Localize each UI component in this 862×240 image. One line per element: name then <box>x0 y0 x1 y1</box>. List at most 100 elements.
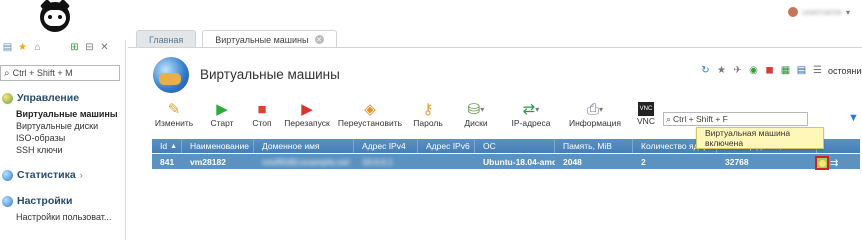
top-bar: username ▾ <box>0 0 862 32</box>
expand-all-icon[interactable]: ⊞ <box>69 43 80 54</box>
reinstall-icon: ◈ <box>364 101 376 118</box>
vnc-button[interactable]: VNC VNC <box>630 100 662 132</box>
globe-icon[interactable]: ◉ <box>748 65 759 76</box>
status-tooltip: Виртуальная машина включена <box>696 127 824 149</box>
logo <box>39 0 71 32</box>
search-icon: ⌕ <box>666 113 672 124</box>
nav-item-iso-images[interactable]: ISO-образы <box>0 132 125 144</box>
start-button-label: Старт <box>210 118 234 128</box>
restart-button[interactable]: ▶ Перезапуск <box>280 100 334 132</box>
cell-disk-size: 32768 <box>725 157 749 167</box>
ip-icon: ⇄ ▾ <box>522 101 540 118</box>
reinstall-button[interactable]: ◈ Переустановить <box>334 100 406 132</box>
chevron-down-icon: ▾ <box>845 7 850 17</box>
home-icon[interactable]: ⌂ <box>32 43 43 54</box>
column-header-os[interactable]: ОС <box>475 139 555 153</box>
page-toolbar: ↻ ★ ✈ ◉ ◼ ▦ ▤ ☰ остояние <box>700 65 862 76</box>
tab-virtual-machines[interactable]: Виртуальные машины ✕ <box>202 30 337 48</box>
cell-id: 841 <box>160 157 175 167</box>
column-header-name[interactable]: Наименование <box>182 139 254 153</box>
tab-virtual-machines-label: Виртуальные машины <box>215 34 309 45</box>
tab-home[interactable]: Главная <box>136 30 197 48</box>
nav-section-statistics-label: Статистика <box>17 169 76 181</box>
stop-icon: ■ <box>257 100 267 118</box>
password-button[interactable]: ⚷ Пароль <box>406 100 450 132</box>
cell-name: vm28182 <box>190 157 226 167</box>
user-menu[interactable]: username ▾ <box>787 5 850 19</box>
nav-item-user-settings[interactable]: Настройки пользоват... <box>0 211 125 223</box>
column-header-ipv4[interactable]: Адрес IPv4 <box>354 139 418 153</box>
info-button[interactable]: ⎙ ▾ Информация <box>560 100 630 132</box>
virtual-machines-icon <box>153 57 189 93</box>
favorite-star-icon[interactable]: ★ <box>716 65 727 76</box>
play-icon: ▶ <box>216 101 228 118</box>
settings-icon <box>2 195 13 207</box>
ip-addresses-button[interactable]: ⇄ ▾ IP-адреса <box>502 100 560 132</box>
nav-section-statistics[interactable]: Статистика › <box>0 168 125 182</box>
vnc-icon: VNC <box>638 102 654 116</box>
export-word-icon[interactable]: ▤ <box>796 65 807 76</box>
cell-ipv4: 10.0.0.1 <box>362 157 393 167</box>
management-icon <box>2 92 13 104</box>
table-search-placeholder: Ctrl + Shift + F <box>673 114 728 124</box>
favorites-icon[interactable]: ★ <box>17 43 28 54</box>
edit-icon: ✎ <box>167 101 181 118</box>
nav-item-ssh-keys[interactable]: SSH ключи <box>0 144 125 156</box>
database-icon[interactable]: ◼ <box>764 65 775 76</box>
vm-status-secondary-icon: ⇉ <box>830 158 839 169</box>
sidebar-toolbar: ▤ ★ ⌂ ⊞ ⊟ ✕ <box>0 40 125 56</box>
statistics-icon <box>2 169 13 181</box>
close-tab-icon[interactable]: ✕ <box>314 35 324 44</box>
chevron-right-icon: › <box>79 170 83 180</box>
column-header-ipv6[interactable]: Адрес IPv6 <box>418 139 475 153</box>
edit-button[interactable]: ✎ Изменить <box>148 100 200 132</box>
disks-button-label: Диски <box>464 118 488 128</box>
cell-memory: 2048 <box>563 157 582 167</box>
nav-item-virtual-disks[interactable]: Виртуальные диски <box>0 120 125 132</box>
action-toolbar: ✎ Изменить ▶ Старт ■ Стоп ▶ Перезапуск ◈… <box>148 100 662 132</box>
sort-asc-icon: ▲ <box>170 142 178 150</box>
info-button-label: Информация <box>568 118 622 128</box>
start-button[interactable]: ▶ Старт <box>200 100 244 132</box>
vnc-button-label: VNC <box>637 116 655 126</box>
export-excel-icon[interactable]: ▦ <box>780 65 791 76</box>
disks-button[interactable]: ⛁ ▾ Диски <box>450 100 502 132</box>
filter-icon[interactable]: ▼ <box>848 112 859 124</box>
sidebar-search-placeholder: Ctrl + Shift + M <box>12 68 73 78</box>
vm-running-status-icon[interactable] <box>815 156 829 170</box>
table-row[interactable]: 841 vm28182 vm28182.example.net 10.0.0.1… <box>152 153 860 169</box>
password-button-label: Пароль <box>413 118 443 128</box>
page-title: Виртуальные машины <box>200 67 340 82</box>
cell-cores: 2 <box>641 157 646 167</box>
table-search-input[interactable]: ⌕ Ctrl + Shift + F <box>663 112 808 126</box>
column-header-id[interactable]: Id ▲ <box>152 139 182 153</box>
user-icon <box>787 7 798 17</box>
restart-button-label: Перезапуск <box>284 118 330 128</box>
cell-ipv6 <box>418 154 475 170</box>
column-header-domain[interactable]: Доменное имя <box>254 139 354 153</box>
pin-icon[interactable]: ✈ <box>732 65 743 76</box>
user-name: username <box>801 7 842 17</box>
column-header-memory[interactable]: Память, MiB <box>555 139 633 153</box>
sidebar-search-input[interactable]: ⌕ Ctrl + Shift + M <box>0 65 120 81</box>
columns-icon[interactable]: ☰ <box>812 65 823 76</box>
stop-button[interactable]: ■ Стоп <box>244 100 280 132</box>
state-column-header-fragment: остояние <box>828 65 862 76</box>
pin-icon[interactable]: ✕ <box>99 43 110 54</box>
nav-item-virtual-machines[interactable]: Виртуальные машины <box>0 108 125 120</box>
collapse-all-icon[interactable]: ⊟ <box>84 43 95 54</box>
nav-section-management[interactable]: Управление <box>0 91 125 105</box>
reinstall-button-label: Переустановить <box>337 118 403 128</box>
menu-tree-icon[interactable]: ▤ <box>2 43 13 54</box>
nav-section-settings[interactable]: Настройки <box>0 194 125 208</box>
refresh-icon[interactable]: ↻ <box>700 65 711 76</box>
sidebar: ▤ ★ ⌂ ⊞ ⊟ ✕ ⌕ Ctrl + Shift + M Управлени… <box>0 40 126 240</box>
ip-addresses-button-label: IP-адреса <box>511 118 551 128</box>
cell-domain: vm28182.example.net <box>262 157 350 167</box>
tab-divider <box>128 47 862 48</box>
disk-icon: ⛁ ▾ <box>467 101 485 118</box>
search-icon: ⌕ <box>4 67 10 79</box>
stop-button-label: Стоп <box>252 118 272 128</box>
edit-button-label: Изменить <box>154 118 194 128</box>
cell-os: Ubuntu-18.04-amd64 <box>483 157 555 167</box>
